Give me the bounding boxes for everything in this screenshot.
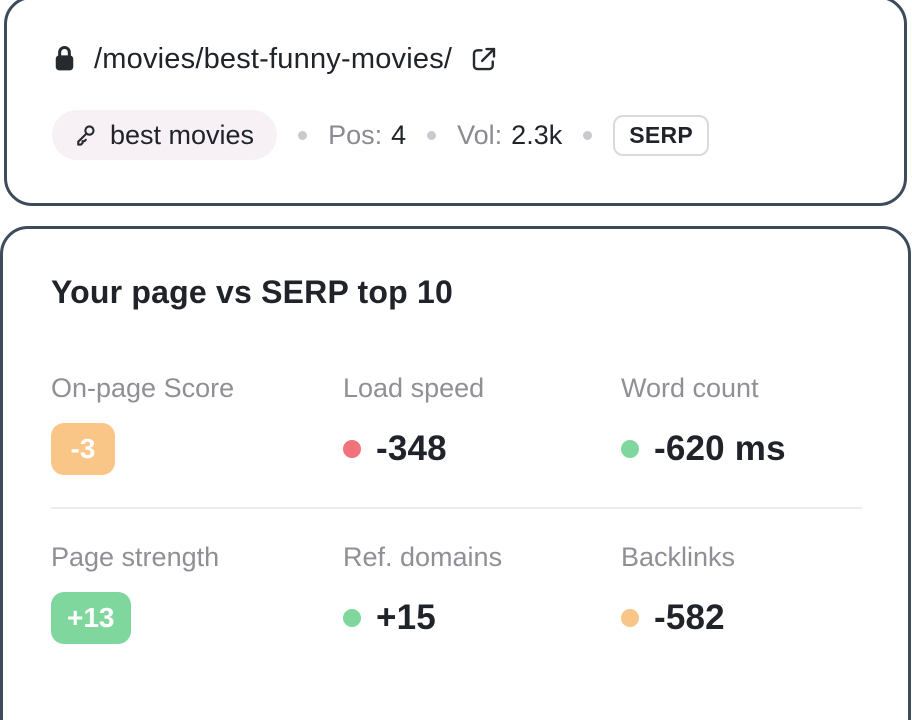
position-value: 4 [391, 120, 406, 151]
separator-dot [583, 131, 592, 140]
divider [51, 507, 862, 509]
status-dot [343, 440, 361, 458]
metric-value: -348 [376, 429, 447, 469]
metric-label: Ref. domains [343, 541, 621, 574]
keyword-row: best movies Pos: 4 Vol: 2.3k SERP [52, 110, 866, 160]
volume-stat: Vol: 2.3k [457, 120, 562, 151]
score-badge: -3 [51, 423, 115, 475]
score-badge: +13 [51, 592, 131, 644]
key-icon [71, 121, 99, 149]
comparison-title: Your page vs SERP top 10 [51, 272, 862, 312]
metric-label: Backlinks [621, 541, 862, 574]
comparison-card: Your page vs SERP top 10 On-page Score -… [0, 226, 911, 720]
keyword-pill[interactable]: best movies [52, 110, 277, 160]
metric-cell-page-strength: Page strength +13 [51, 541, 343, 645]
metric-cell-ref-domains: Ref. domains +15 [343, 541, 621, 645]
metric-value: +15 [376, 598, 436, 638]
status-dot [621, 440, 639, 458]
metric-label: Word count [621, 372, 862, 405]
status-dot [621, 609, 639, 627]
metric-value: -620 ms [654, 429, 786, 469]
metric-value: -582 [654, 598, 725, 638]
external-link-icon[interactable] [469, 44, 499, 74]
page-url[interactable]: /movies/best-funny-movies/ [94, 43, 452, 76]
metric-label: On-page Score [51, 372, 343, 405]
position-stat: Pos: 4 [328, 120, 406, 151]
separator-dot [427, 131, 436, 140]
volume-label: Vol: [457, 120, 502, 151]
metric-cell-onpage-score: On-page Score -3 [51, 372, 343, 476]
metric-label: Page strength [51, 541, 343, 574]
position-label: Pos: [328, 120, 382, 151]
lock-icon [52, 44, 77, 74]
serp-badge[interactable]: SERP [613, 115, 709, 156]
metric-cell-word-count: Word count -620 ms [621, 372, 862, 476]
metric-cell-backlinks: Backlinks -582 [621, 541, 862, 645]
url-card: /movies/best-funny-movies/ best movies P… [4, 0, 907, 206]
metric-cell-load-speed: Load speed -348 [343, 372, 621, 476]
metrics-row-1: On-page Score -3 Load speed -348 Word co… [51, 372, 862, 476]
separator-dot [298, 131, 307, 140]
status-dot [343, 609, 361, 627]
metrics-row-2: Page strength +13 Ref. domains +15 Backl… [51, 541, 862, 645]
keyword-label: best movies [110, 120, 254, 151]
metric-label: Load speed [343, 372, 621, 405]
volume-value: 2.3k [511, 120, 562, 151]
url-link[interactable]: /movies/best-funny-movies/ [52, 39, 866, 79]
